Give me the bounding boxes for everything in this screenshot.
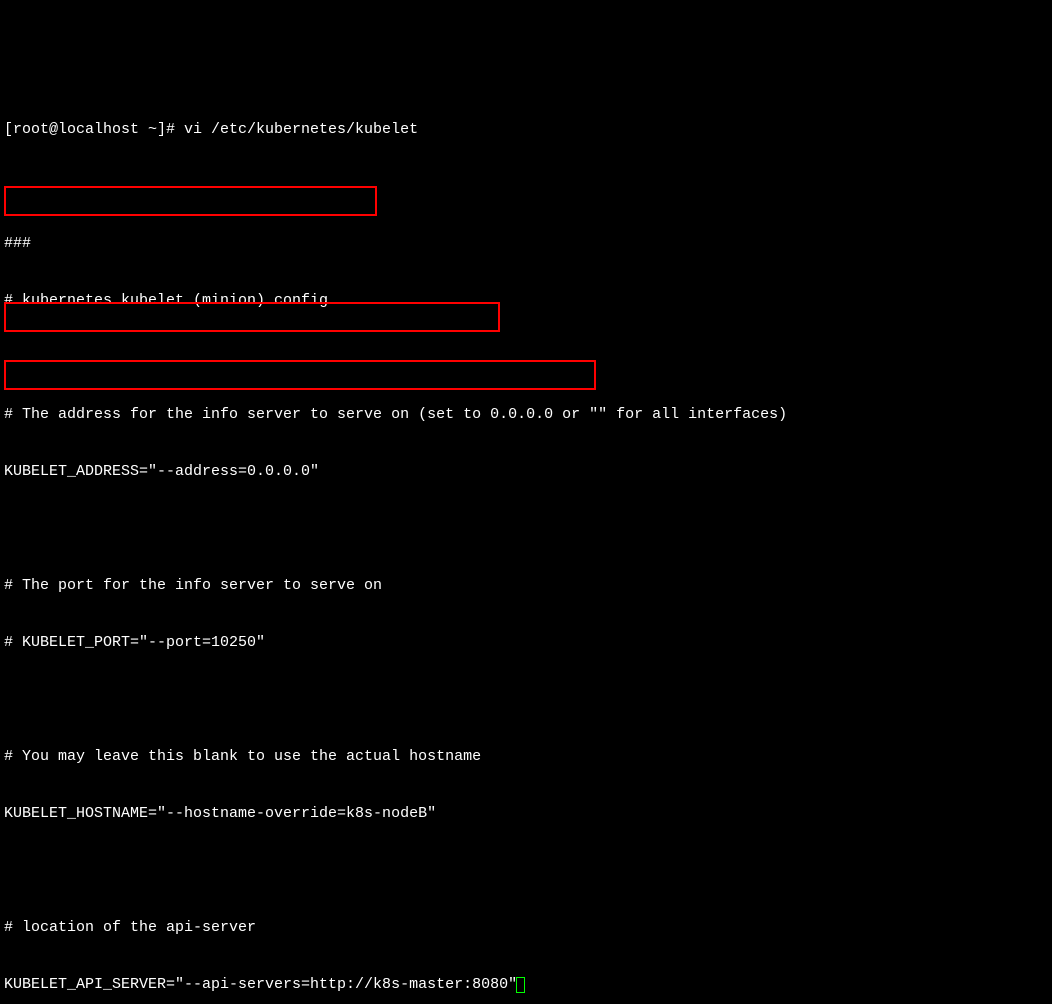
blank-line	[4, 177, 1048, 196]
comment-line: # The port for the info server to serve …	[4, 576, 1048, 595]
blank-line	[4, 519, 1048, 538]
config-line: KUBELET_ADDRESS="--address=0.0.0.0"	[4, 462, 1048, 481]
blank-line	[4, 690, 1048, 709]
config-text: KUBELET_API_SERVER="--api-servers=http:/…	[4, 976, 517, 993]
config-line: ###	[4, 234, 1048, 253]
config-line: # kubernetes kubelet (minion) config	[4, 291, 1048, 310]
comment-line: # The address for the info server to ser…	[4, 405, 1048, 424]
comment-line: # You may leave this blank to use the ac…	[4, 747, 1048, 766]
config-line-cursor: KUBELET_API_SERVER="--api-servers=http:/…	[4, 975, 1048, 994]
cursor	[516, 977, 525, 993]
config-line: # KUBELET_PORT="--port=10250"	[4, 633, 1048, 652]
blank-line	[4, 861, 1048, 880]
config-line: KUBELET_HOSTNAME="--hostname-override=k8…	[4, 804, 1048, 823]
prompt-line: [root@localhost ~]# vi /etc/kubernetes/k…	[4, 120, 1048, 139]
terminal-editor[interactable]: [root@localhost ~]# vi /etc/kubernetes/k…	[4, 82, 1048, 1004]
blank-line	[4, 348, 1048, 367]
comment-line: # location of the api-server	[4, 918, 1048, 937]
